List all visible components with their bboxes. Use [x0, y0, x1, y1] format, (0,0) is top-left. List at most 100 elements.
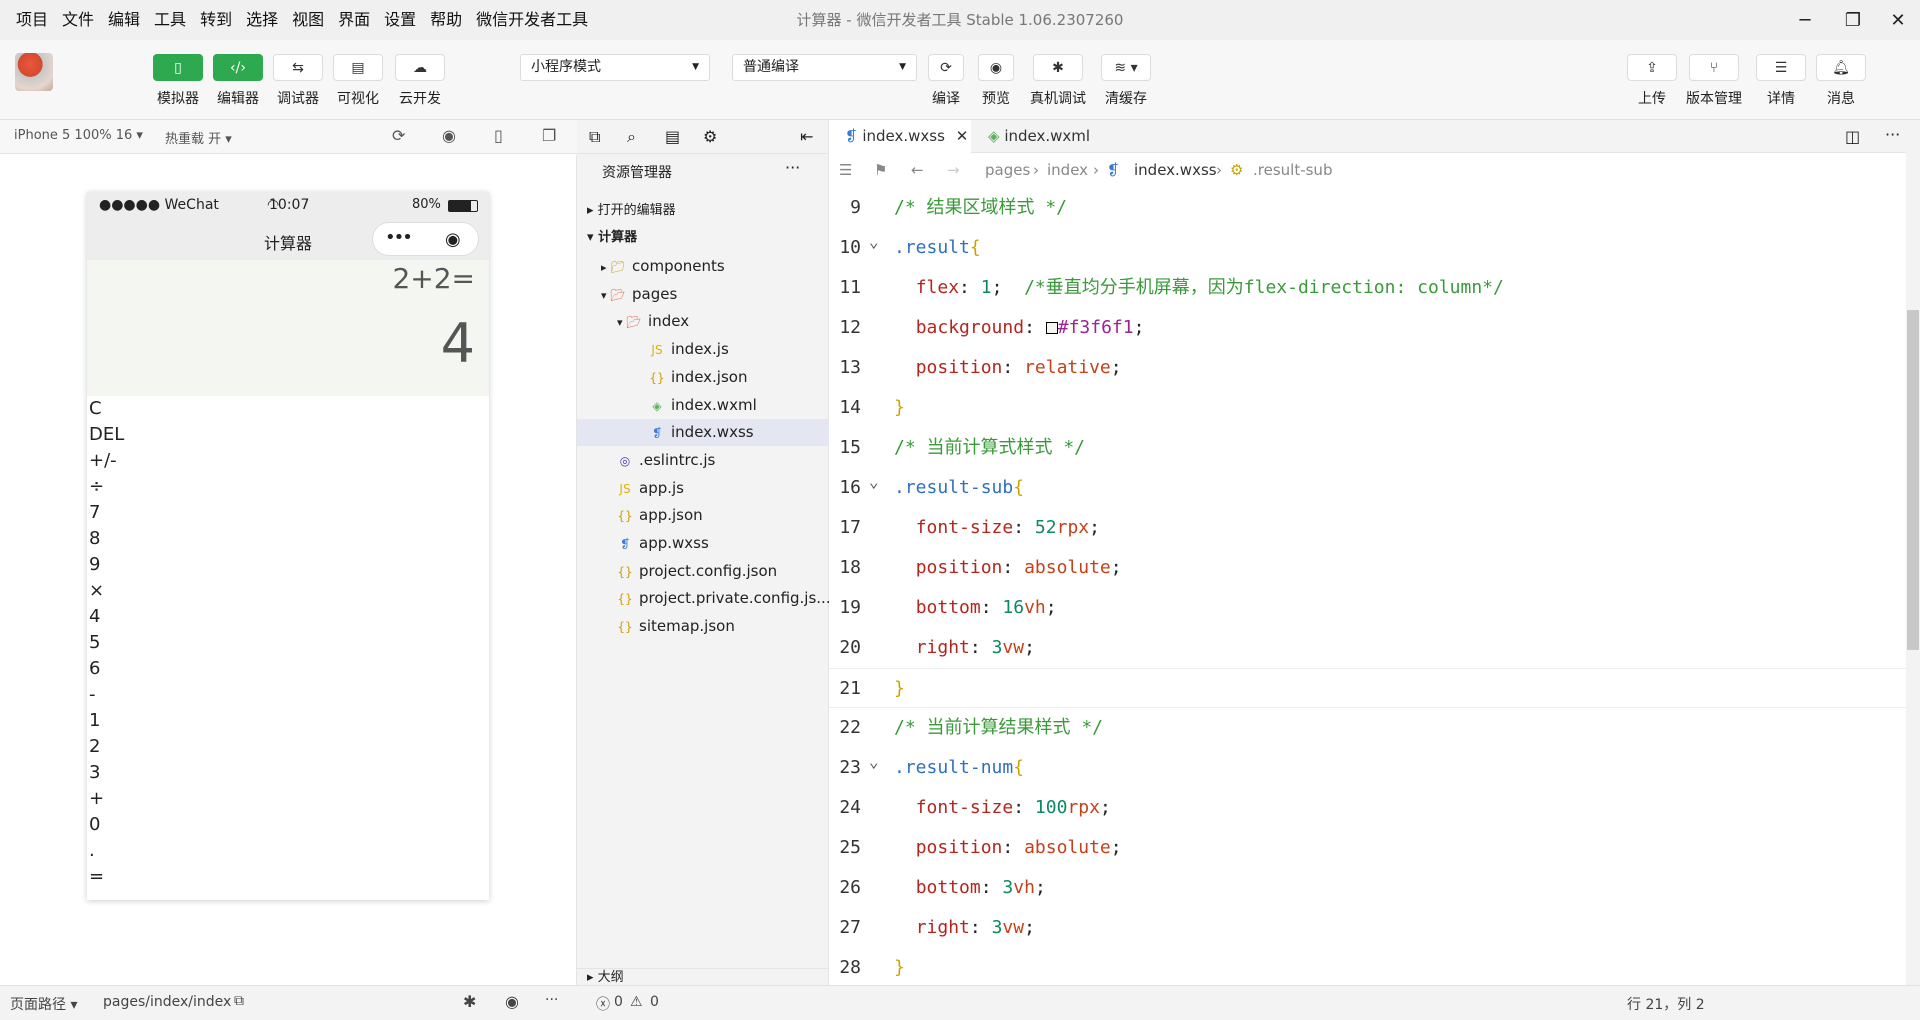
- clear-cache-tool[interactable]: ≋ ▾ 清缓存: [1101, 54, 1151, 108]
- files-icon[interactable]: ⧉: [589, 127, 600, 147]
- calc-key[interactable]: 6: [87, 656, 489, 682]
- calc-key[interactable]: 0: [87, 812, 489, 838]
- bug-icon[interactable]: ✱: [1033, 54, 1083, 81]
- close-icon[interactable]: ✕: [956, 127, 969, 145]
- tab-index-wxss[interactable]: ❡ index.wxss ✕: [829, 120, 971, 153]
- breadcrumb-file[interactable]: index.wxss: [1134, 153, 1217, 187]
- project-section[interactable]: ▾ 计算器: [577, 227, 829, 249]
- calc-key[interactable]: C: [87, 396, 489, 422]
- editor-tool[interactable]: ‹/› 编辑器: [213, 54, 263, 108]
- menu-item[interactable]: 帮助: [423, 0, 469, 40]
- eye-icon[interactable]: ◉: [978, 54, 1014, 81]
- hot-reload-toggle[interactable]: 热重载 开 ▾: [165, 128, 232, 147]
- scrollbar-thumb[interactable]: [1907, 310, 1919, 650]
- stop-icon[interactable]: ◉: [442, 126, 456, 145]
- compile-select[interactable]: 普通编译 ▼: [732, 54, 917, 81]
- visual-tool[interactable]: ▤ 可视化: [333, 54, 383, 108]
- code-line[interactable]: 21}: [829, 668, 1909, 708]
- list-icon[interactable]: ☰: [839, 153, 852, 187]
- more-icon[interactable]: ···: [545, 992, 558, 1008]
- avatar[interactable]: [15, 53, 53, 91]
- calc-key[interactable]: 2: [87, 734, 489, 760]
- sliders-icon[interactable]: ⇆: [273, 54, 323, 81]
- cursor-position[interactable]: 行 21，列 2: [1627, 994, 1705, 1014]
- code-line[interactable]: 24 font-size: 100rpx;: [829, 788, 1909, 828]
- more-icon[interactable]: ···: [1885, 125, 1900, 144]
- compile-tool[interactable]: ⟳ 编译: [928, 54, 964, 108]
- code-line[interactable]: 18 position: absolute;: [829, 548, 1909, 588]
- tree-item[interactable]: ▾ 📂︎ pages: [577, 281, 829, 308]
- calc-key[interactable]: ÷: [87, 474, 489, 500]
- phone-icon[interactable]: ▯: [153, 54, 203, 81]
- copy-icon[interactable]: ⧉: [234, 993, 244, 1009]
- calc-key[interactable]: 3: [87, 760, 489, 786]
- layers-icon[interactable]: ≋ ▾: [1101, 54, 1151, 81]
- calc-key[interactable]: ×: [87, 578, 489, 604]
- forward-icon[interactable]: →: [947, 153, 960, 187]
- bookmark-icon[interactable]: ⚑: [874, 153, 887, 187]
- menu-item[interactable]: 工具: [147, 0, 193, 40]
- collapse-panel-icon[interactable]: ⇤: [800, 127, 813, 146]
- tree-item[interactable]: ❡ index.wxss: [577, 419, 829, 447]
- tab-index-wxml[interactable]: ◈ index.wxml: [972, 120, 1122, 153]
- breadcrumb-index[interactable]: index: [1047, 153, 1088, 187]
- menu-item[interactable]: 设置: [377, 0, 423, 40]
- maximize-button[interactable]: ❐: [1829, 0, 1877, 40]
- calc-key[interactable]: .: [87, 838, 489, 864]
- calc-key[interactable]: +: [87, 786, 489, 812]
- bug-icon[interactable]: ✱: [463, 992, 476, 1011]
- code-line[interactable]: 27 right: 3vw;: [829, 908, 1909, 948]
- calc-key[interactable]: 8: [87, 526, 489, 552]
- debugger-tool[interactable]: ⇆ 调试器: [273, 54, 323, 108]
- popout-icon[interactable]: ❐: [542, 126, 556, 145]
- eye-icon[interactable]: ◉: [505, 992, 519, 1011]
- code-line[interactable]: 26 bottom: 3vh;: [829, 868, 1909, 908]
- calc-key[interactable]: +/-: [87, 448, 489, 474]
- menu-item[interactable]: 选择: [239, 0, 285, 40]
- warning-icon[interactable]: ⚠: [630, 994, 643, 1010]
- menu-icon[interactable]: ☰: [1756, 54, 1806, 81]
- code-line[interactable]: 19 bottom: 16vh;: [829, 588, 1909, 628]
- menu-item[interactable]: 界面: [331, 0, 377, 40]
- cloud-icon[interactable]: ☁: [395, 54, 445, 81]
- tree-item[interactable]: ▾ 📂︎ index: [577, 308, 829, 335]
- branch-icon[interactable]: ⑂: [1689, 54, 1739, 81]
- device-select[interactable]: iPhone 5 100% 16 ▾: [14, 128, 143, 143]
- page-path-menu[interactable]: 页面路径 ▾: [10, 994, 77, 1014]
- refresh-icon[interactable]: ⟳: [928, 54, 964, 81]
- tree-item[interactable]: JS index.js: [577, 336, 829, 363]
- calc-key[interactable]: 1: [87, 708, 489, 734]
- tree-item[interactable]: ❡ app.wxss: [577, 530, 829, 557]
- code-line[interactable]: 11 flex: 1; /*垂直均分手机屏幕，因为flex-direction:…: [829, 268, 1909, 308]
- preview-tool[interactable]: ◉ 预览: [978, 54, 1014, 108]
- version-tool[interactable]: ⑂ 版本管理: [1686, 54, 1742, 108]
- source-control-icon[interactable]: ▤: [665, 127, 680, 146]
- back-icon[interactable]: ←: [911, 153, 924, 187]
- real-debug-tool[interactable]: ✱ 真机调试: [1030, 54, 1086, 108]
- search-icon[interactable]: ⌕: [627, 127, 636, 147]
- fold-icon[interactable]: ⌄: [869, 222, 879, 262]
- calc-key[interactable]: 4: [87, 604, 489, 630]
- extensions-icon[interactable]: ⚙: [703, 127, 717, 146]
- tree-item[interactable]: {} index.json: [577, 364, 829, 391]
- simulator-tool[interactable]: ▯ 模拟器: [153, 54, 203, 108]
- mode-select[interactable]: 小程序模式 ▼: [520, 54, 710, 81]
- tree-item[interactable]: JS app.js: [577, 475, 829, 502]
- split-editor-icon[interactable]: ◫: [1845, 127, 1860, 146]
- tree-item[interactable]: ◎ .eslintrc.js: [577, 447, 829, 474]
- code-area[interactable]: 9 /* 结果区域样式 */ 10 .result{⌄ 11 flex: 1; /*垂直…: [829, 188, 1909, 985]
- tree-item[interactable]: {} project.config.json: [577, 558, 829, 585]
- minimize-button[interactable]: ─: [1781, 0, 1829, 40]
- menu-item[interactable]: 转到: [193, 0, 239, 40]
- code-line[interactable]: 23 .result-num{⌄: [829, 748, 1909, 788]
- code-line[interactable]: 28}: [829, 948, 1909, 985]
- scrollbar-track[interactable]: [1906, 120, 1920, 985]
- menu-item[interactable]: 文件: [55, 0, 101, 40]
- fold-icon[interactable]: ⌄: [869, 462, 879, 502]
- upload-icon[interactable]: ⇪: [1627, 54, 1677, 81]
- code-line[interactable]: 17 font-size: 52rpx;: [829, 508, 1909, 548]
- code-line[interactable]: 16 .result-sub{⌄: [829, 468, 1909, 508]
- code-line[interactable]: 12 background: #f3f6f1;: [829, 308, 1909, 348]
- outline-section[interactable]: ▸ 大纲: [577, 968, 829, 985]
- calc-key[interactable]: =: [87, 864, 489, 890]
